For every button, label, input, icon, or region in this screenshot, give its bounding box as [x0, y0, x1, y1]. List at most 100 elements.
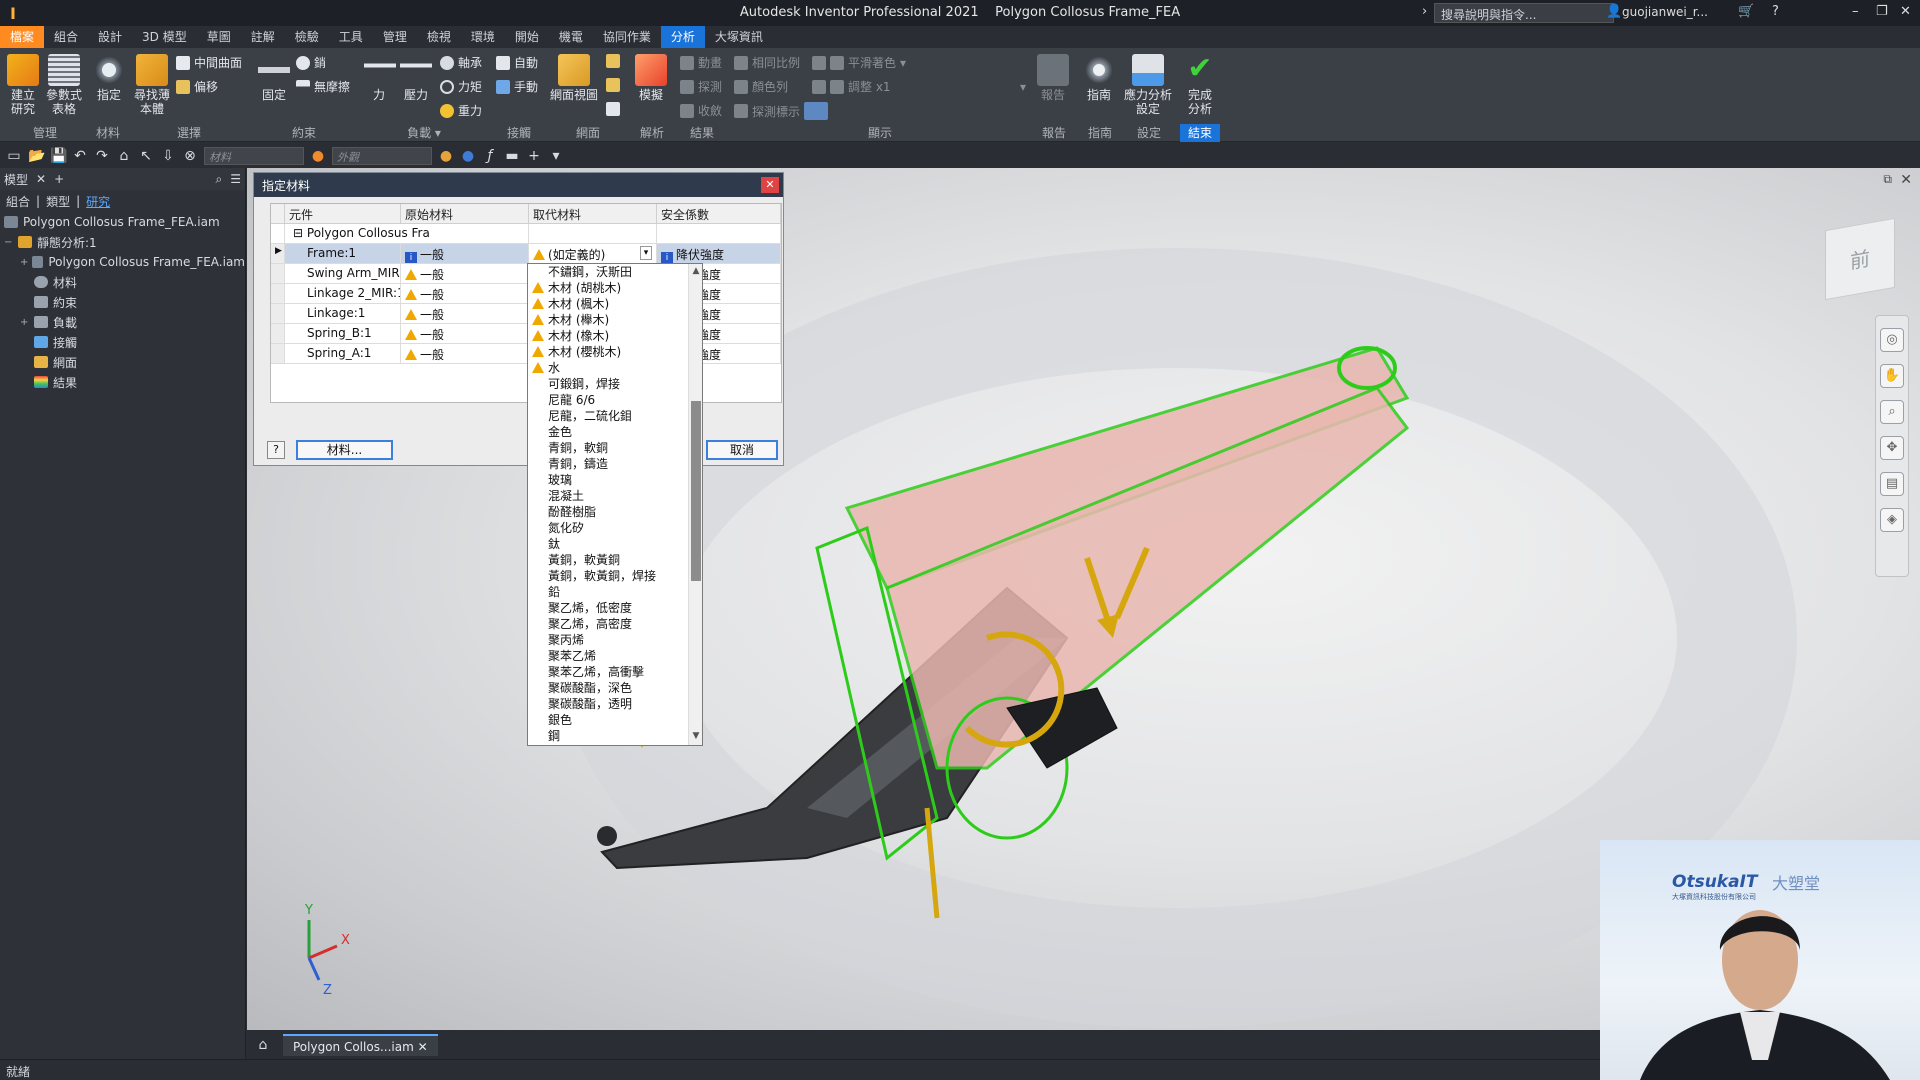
material-option[interactable]: 青銅，軟銅	[528, 440, 702, 456]
group-contacts[interactable]: 接觸	[494, 124, 544, 142]
component-cell[interactable]: Frame:1	[285, 244, 401, 264]
tab-inspect[interactable]: 檢驗	[285, 26, 329, 48]
tree-item-static-analysis[interactable]: − 靜態分析:1	[0, 232, 245, 252]
parent-component-cell[interactable]: ⊟ Polygon Collosus Fra	[285, 224, 529, 244]
group-settings[interactable]: 設定	[1126, 124, 1172, 142]
mid-surface-button[interactable]: 中間曲面	[176, 54, 242, 71]
viewcube[interactable]: 前	[1825, 217, 1895, 301]
home-icon[interactable]: ⌂	[116, 148, 132, 164]
moment-load-button[interactable]: 力矩	[440, 78, 482, 95]
material-option[interactable]: 氮化矽	[528, 520, 702, 536]
menu-icon[interactable]: ☰	[230, 172, 241, 186]
close-icon[interactable]: ✕	[418, 1040, 428, 1054]
probe-button[interactable]: 探測	[680, 78, 722, 95]
material-option[interactable]: 黃銅，軟黃銅	[528, 552, 702, 568]
animate-button[interactable]: 動畫	[680, 54, 722, 71]
material-option[interactable]: 聚乙烯，高密度	[528, 616, 702, 632]
open-folder-icon[interactable]: 📂	[28, 148, 45, 164]
subtab-type[interactable]: 類型	[46, 193, 70, 210]
find-thin-bodies-button[interactable]: 尋找薄 本體	[134, 54, 170, 116]
group-display[interactable]: 顯示	[812, 124, 948, 142]
material-select[interactable]: 材料	[204, 146, 304, 165]
mesh-view-button[interactable]: 網面視圖	[550, 54, 598, 102]
frictionless-constraint-button[interactable]: 無摩擦	[296, 78, 350, 95]
offset-button[interactable]: 偏移	[176, 78, 218, 95]
group-mesh[interactable]: 網面	[556, 124, 620, 142]
component-cell[interactable]: Linkage:1	[285, 304, 401, 324]
material-option[interactable]: 鉛	[528, 584, 702, 600]
group-material[interactable]: 材料	[88, 124, 128, 142]
subtab-study[interactable]: 研究	[86, 193, 110, 210]
convergence-plot-button[interactable]: 收斂	[680, 102, 722, 119]
expand-icon[interactable]: +	[20, 317, 30, 328]
material-option[interactable]: 黃銅，軟黃銅，焊接	[528, 568, 702, 584]
material-dropdown-list[interactable]: 不鏽鋼，沃斯田 木材 (胡桃木) 木材 (楓木) 木材 (櫸木) 木材 (橡木) 木材 (…	[527, 263, 703, 746]
table-row[interactable]: Spring_A:1 一般 強度	[271, 344, 781, 364]
group-manage[interactable]: 管理	[10, 124, 80, 142]
tab-view[interactable]: 檢視	[417, 26, 461, 48]
material-option[interactable]: 青銅，鑄造	[528, 456, 702, 472]
tab-sketch[interactable]: 草圖	[197, 26, 241, 48]
update-icon[interactable]: ⇩	[160, 148, 176, 164]
close-icon[interactable]: ✕	[1900, 4, 1911, 19]
tab-electromechanical[interactable]: 機電	[549, 26, 593, 48]
parameters-fx-icon[interactable]: ƒ	[482, 148, 498, 164]
pin-constraint-button[interactable]: 銷	[296, 54, 326, 71]
customize-caret-icon[interactable]: ▾	[548, 148, 564, 164]
group-prepare[interactable]: 選擇	[134, 124, 244, 142]
select-icon[interactable]: ↖	[138, 148, 154, 164]
tab-tools[interactable]: 工具	[329, 26, 373, 48]
restore-icon[interactable]: ❐	[1876, 4, 1888, 19]
override-material-dropdown[interactable]: (如定義的) ▾	[529, 244, 657, 264]
group-result[interactable]: 結果	[680, 124, 724, 142]
component-cell[interactable]: Linkage 2_MIR:1	[285, 284, 401, 304]
material-option[interactable]: 木材 (楓木)	[528, 296, 702, 312]
mesh-settings-button[interactable]	[606, 54, 620, 68]
column-header-safety-factor[interactable]: 安全係數	[657, 204, 781, 224]
full-navigation-wheel-icon[interactable]: ◎	[1880, 328, 1904, 352]
safety-factor-cell[interactable]: i 降伏強度	[657, 244, 781, 264]
probe-labels-button[interactable]: 探測標示	[734, 102, 829, 120]
material-option[interactable]: 金色	[528, 424, 702, 440]
finish-analysis-button[interactable]: ✔ 完成 分析	[1182, 54, 1218, 117]
fixed-constraint-button[interactable]: 固定	[258, 54, 290, 102]
tab-collaborate[interactable]: 協同作業	[593, 26, 661, 48]
search-help-input[interactable]: 搜尋說明與指令...	[1434, 3, 1614, 23]
orbit-icon[interactable]: ✥	[1880, 436, 1904, 460]
add-icon[interactable]: +	[526, 148, 542, 164]
material-option[interactable]: 木材 (橡木)	[528, 328, 702, 344]
group-constraints[interactable]: 約束	[254, 124, 354, 142]
table-row[interactable]: Linkage:1 一般 強度	[271, 304, 781, 324]
materials-button[interactable]: 材料...	[296, 440, 393, 460]
material-option[interactable]: 聚丙烯	[528, 632, 702, 648]
home-icon[interactable]: ⌂	[251, 1037, 275, 1053]
add-browser-tab[interactable]: +	[54, 172, 64, 186]
dropdown-scrollbar[interactable]: ▲ ▼	[688, 264, 702, 745]
convergence-settings-button[interactable]	[606, 102, 620, 116]
component-cell[interactable]: Swing Arm_MIR:	[285, 264, 401, 284]
pressure-load-button[interactable]: 壓力	[400, 54, 432, 102]
material-option[interactable]: 木材 (胡桃木)	[528, 280, 702, 296]
appearance-icon[interactable]: ●	[310, 148, 326, 164]
tab-assemble[interactable]: 組合	[44, 26, 88, 48]
measure-icon[interactable]: ▬	[504, 148, 520, 164]
tab-manage[interactable]: 管理	[373, 26, 417, 48]
tab-analysis[interactable]: 分析	[660, 26, 705, 48]
scroll-up-icon[interactable]: ▲	[690, 266, 702, 278]
tree-item-materials[interactable]: 材料	[0, 272, 245, 292]
tree-item-results[interactable]: 結果	[0, 372, 245, 392]
chevron-down-icon[interactable]: ▾	[640, 246, 652, 260]
display-toggle-icon[interactable]	[804, 102, 829, 120]
material-option[interactable]: 尼龍 6/6	[528, 392, 702, 408]
material-option[interactable]: 木材 (櫸木)	[528, 312, 702, 328]
tree-item-constraints[interactable]: 約束	[0, 292, 245, 312]
material-option[interactable]: 銀色	[528, 712, 702, 728]
material-option[interactable]: 聚苯乙烯	[528, 648, 702, 664]
table-row[interactable]: Swing Arm_MIR: 一般 強度	[271, 264, 781, 284]
material-option[interactable]: 不鏽鋼，沃斯田	[528, 264, 702, 280]
gravity-load-button[interactable]: 重力	[440, 102, 482, 119]
material-option[interactable]: 酚醛樹脂	[528, 504, 702, 520]
tab-file[interactable]: 檔案	[0, 26, 45, 48]
zoom-icon[interactable]: ⌕	[1880, 400, 1904, 424]
smooth-shading-button[interactable]: 平滑著色 ▾	[812, 54, 906, 71]
